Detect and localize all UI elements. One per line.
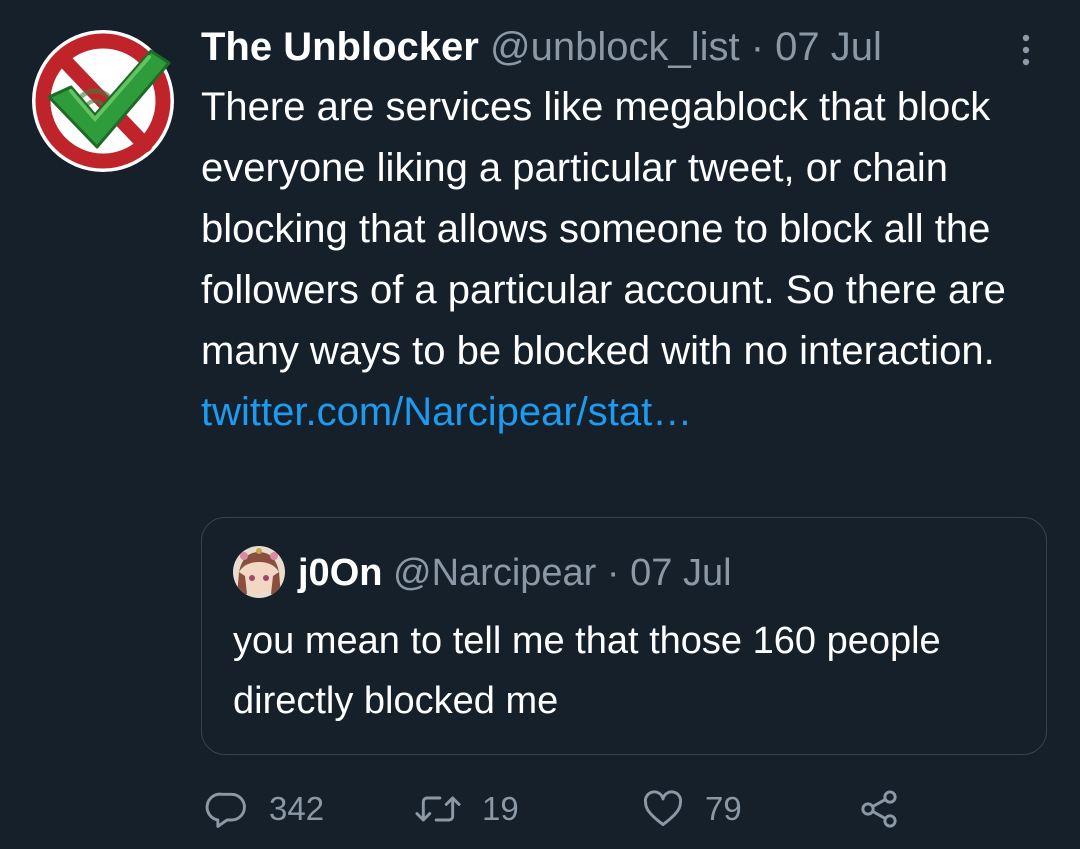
tweet-link[interactable]: twitter.com/Narcipear/stat… bbox=[201, 390, 692, 434]
quoted-author-handle[interactable]: @Narcipear bbox=[393, 552, 596, 594]
quoted-tweet-header: j0On @Narcipear · 07 Jul bbox=[298, 548, 732, 598]
quoted-tweet[interactable]: j0On @Narcipear · 07 Jul you mean to tel… bbox=[201, 517, 1047, 755]
author-handle[interactable]: @unblock_list bbox=[490, 25, 740, 69]
reply-icon bbox=[205, 792, 246, 828]
quoted-header-separator: · bbox=[606, 552, 620, 594]
anime-avatar-icon bbox=[233, 546, 285, 598]
no-block-checkmark-logo-icon bbox=[32, 30, 174, 172]
reply-button[interactable]: 342 bbox=[205, 780, 324, 838]
more-options-button[interactable] bbox=[1008, 28, 1044, 72]
tweet[interactable]: The Unblocker @unblock_list · 07 Jul The… bbox=[0, 0, 1080, 849]
heart-icon bbox=[643, 790, 683, 827]
quoted-tweet-date[interactable]: 07 Jul bbox=[630, 552, 731, 594]
retweet-count: 19 bbox=[482, 790, 519, 827]
more-vertical-icon bbox=[1022, 34, 1030, 66]
like-button[interactable]: 79 bbox=[641, 780, 742, 838]
like-count: 79 bbox=[705, 790, 742, 827]
tweet-header: The Unblocker @unblock_list · 07 Jul bbox=[201, 18, 882, 76]
tweet-actions: 342 19 79 bbox=[0, 780, 1080, 840]
share-button[interactable] bbox=[857, 780, 901, 838]
reply-count: 342 bbox=[269, 790, 325, 827]
header-separator: · bbox=[750, 25, 765, 69]
tweet-text: There are services like megablock that b… bbox=[201, 85, 1006, 373]
tweet-body: There are services like megablock that b… bbox=[201, 77, 1061, 443]
share-icon bbox=[861, 790, 897, 828]
author-name[interactable]: The Unblocker bbox=[201, 25, 479, 69]
tweet-date[interactable]: 07 Jul bbox=[775, 25, 882, 69]
quoted-author-avatar[interactable] bbox=[233, 546, 285, 598]
retweet-button[interactable]: 19 bbox=[414, 780, 519, 838]
retweet-icon bbox=[415, 796, 461, 822]
author-avatar[interactable] bbox=[31, 29, 175, 173]
quoted-tweet-text: you mean to tell me that those 160 peopl… bbox=[233, 620, 941, 722]
quoted-author-name[interactable]: j0On bbox=[298, 552, 382, 594]
